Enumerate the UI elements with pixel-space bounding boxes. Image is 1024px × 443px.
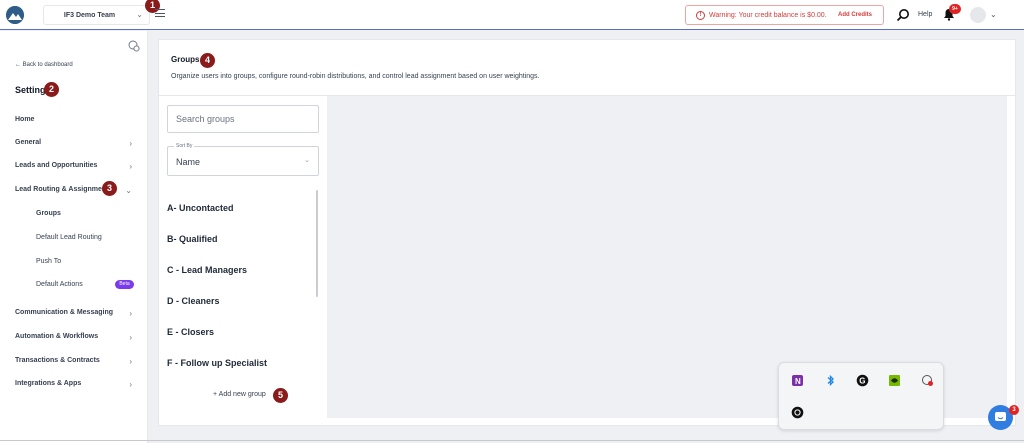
sort-by-value: Name xyxy=(176,157,201,167)
sidebar-item-general[interactable]: General › xyxy=(15,139,137,148)
sidebar-item-automation[interactable]: Automation & Workflows › xyxy=(15,333,137,342)
beta-badge: Beta xyxy=(115,280,134,289)
settings-gear-icon[interactable] xyxy=(128,40,140,52)
chevron-down-icon[interactable]: ⌄ xyxy=(990,10,997,19)
alert-icon: ! xyxy=(696,11,705,20)
add-group-label: Add new group xyxy=(218,391,266,398)
group-list-scrollbar[interactable] xyxy=(316,190,318,297)
sidebar-item-label: Communication & Messaging xyxy=(15,309,114,316)
sidebar-item-label: General xyxy=(15,139,42,146)
sidebar-subitem-push-to[interactable]: Push To xyxy=(36,258,61,265)
arrow-left-icon: ← xyxy=(15,62,23,68)
sort-by-select[interactable]: Sort By Name ⌄ xyxy=(167,143,319,176)
sidebar-subitem-groups[interactable]: Groups xyxy=(36,210,61,217)
sidebar-item-lead-routing[interactable]: Lead Routing & Assignment ⌄ xyxy=(15,186,137,195)
group-item-a-uncontacted[interactable]: A- Uncontacted xyxy=(167,203,234,213)
chevron-right-icon: › xyxy=(129,357,132,366)
step-marker-3: 3 xyxy=(102,181,117,196)
system-tray-popup: N G xyxy=(778,362,944,430)
sidebar-item-transactions[interactable]: Transactions & Contracts › xyxy=(15,357,137,366)
step-marker-2: 2 xyxy=(44,82,59,97)
network-icon[interactable] xyxy=(921,374,934,387)
chevron-right-icon: › xyxy=(129,380,132,389)
sidebar-item-integrations[interactable]: Integrations & Apps › xyxy=(15,380,137,389)
warning-text: Warning: Your credit balance is $0.00. xyxy=(709,12,827,19)
group-item-e-closers[interactable]: E - Closers xyxy=(167,327,214,337)
top-bar: IF3 Demo Team ⌄ 1 ! Warning: Your credit… xyxy=(0,0,1024,30)
svg-text:G: G xyxy=(859,377,865,386)
group-item-b-qualified[interactable]: B- Qualified xyxy=(167,234,218,244)
sidebar-item-communication[interactable]: Communication & Messaging › xyxy=(15,309,137,318)
sidebar-subitem-default-lead-routing[interactable]: Default Lead Routing xyxy=(36,234,102,241)
chevron-right-icon: › xyxy=(129,139,132,148)
groups-title: Groups xyxy=(171,55,200,64)
chatgpt-icon[interactable] xyxy=(791,406,804,419)
chevron-down-icon: ⌄ xyxy=(136,10,143,19)
sidebar-item-label: Home xyxy=(15,116,35,123)
sidebar-item-home[interactable]: Home xyxy=(15,116,137,123)
credit-warning: ! Warning: Your credit balance is $0.00.… xyxy=(685,5,884,25)
step-marker-5: 5 xyxy=(273,388,288,403)
back-to-dashboard-link[interactable]: ← Back to dashboard xyxy=(15,62,73,68)
sidebar-item-label: Lead Routing & Assignment xyxy=(15,186,109,193)
group-item-c-lead-managers[interactable]: C - Lead Managers xyxy=(167,265,247,275)
sort-by-caption: Sort By xyxy=(174,143,195,149)
chat-unread-badge: 3 xyxy=(1009,405,1019,415)
divider xyxy=(0,440,1024,441)
search-groups-input[interactable] xyxy=(167,105,319,133)
settings-sidebar: ← Back to dashboard Settings 2 Home Gene… xyxy=(0,31,148,443)
grammarly-icon[interactable]: G xyxy=(856,374,869,387)
add-credits-link[interactable]: Add Credits xyxy=(838,12,872,18)
chat-icon xyxy=(995,412,1006,421)
chevron-down-icon: ⌄ xyxy=(304,157,310,164)
brand-logo-icon[interactable] xyxy=(6,6,24,24)
team-select[interactable]: IF3 Demo Team ⌄ xyxy=(43,5,150,25)
chevron-right-icon: › xyxy=(129,309,132,318)
team-name: IF3 Demo Team xyxy=(63,12,116,19)
chevron-right-icon: › xyxy=(129,333,132,342)
bluetooth-icon[interactable] xyxy=(824,374,837,387)
add-new-group-button[interactable]: + Add new group xyxy=(213,391,266,398)
step-marker-4: 4 xyxy=(200,53,215,68)
groups-description: Organize users into groups, configure ro… xyxy=(171,73,540,80)
back-label: Back to dashboard xyxy=(22,62,73,68)
menu-icon[interactable] xyxy=(155,9,165,19)
svg-text:N: N xyxy=(795,377,801,386)
sidebar-item-label: Integrations & Apps xyxy=(15,380,82,387)
group-item-f-follow-up[interactable]: F - Follow up Specialist xyxy=(167,358,267,368)
sidebar-subitem-default-actions[interactable]: Default Actions xyxy=(36,281,83,288)
notification-badge: 9+ xyxy=(949,4,961,14)
sidebar-item-label: Transactions & Contracts xyxy=(15,357,100,364)
sidebar-item-label: Leads and Opportunities xyxy=(15,162,98,169)
help-link[interactable]: Help xyxy=(918,11,932,18)
chevron-down-icon: ⌄ xyxy=(125,186,132,195)
sidebar-item-label: Automation & Workflows xyxy=(15,333,99,340)
avatar[interactable] xyxy=(970,7,986,23)
search-icon[interactable] xyxy=(896,8,910,22)
chevron-right-icon: › xyxy=(129,162,132,171)
group-item-d-cleaners[interactable]: D - Cleaners xyxy=(167,296,220,306)
onenote-icon[interactable]: N xyxy=(791,374,804,387)
nvidia-icon[interactable] xyxy=(888,374,901,387)
sidebar-item-leads-opportunities[interactable]: Leads and Opportunities › xyxy=(15,162,137,171)
